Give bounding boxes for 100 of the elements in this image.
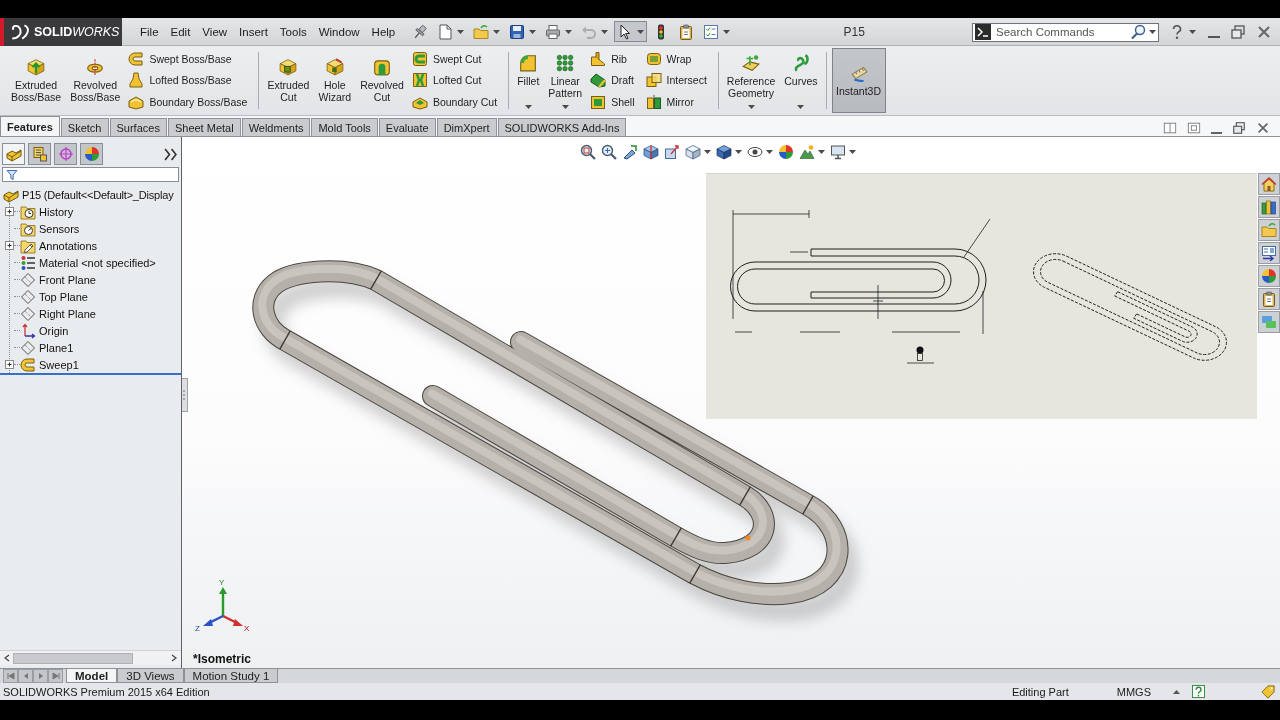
command-tab[interactable]: Surfaces <box>109 118 167 136</box>
tree-item[interactable]: Front Plane <box>20 271 96 288</box>
ribbon-button[interactable]: Instant3D <box>831 48 886 113</box>
tab-scroll-button[interactable] <box>18 669 33 683</box>
tab-scroll-button[interactable] <box>48 669 63 683</box>
bell-shape-icon <box>128 72 145 89</box>
ribbon-button[interactable]: Fillet <box>514 48 543 113</box>
tag-button[interactable] <box>1261 684 1275 699</box>
last-arrow-icon <box>51 672 60 680</box>
task-pane-tab[interactable] <box>1258 242 1280 264</box>
menu-item[interactable]: Tools <box>273 20 313 43</box>
plus-box-icon[interactable] <box>5 207 14 216</box>
task-pane-tab[interactable] <box>1258 196 1280 218</box>
restore-button[interactable] <box>1228 22 1248 41</box>
model-tab[interactable]: 3D Views <box>117 669 184 683</box>
toolbar-button[interactable] <box>614 21 648 42</box>
menu-item[interactable]: File <box>134 20 165 43</box>
ribbon-button[interactable]: Rib <box>588 48 637 70</box>
panel-tab[interactable] <box>54 143 77 165</box>
z-axis-arrow <box>203 614 224 626</box>
command-tab[interactable]: Mold Tools <box>311 118 378 136</box>
ribbon-button[interactable]: Lofted Cut <box>409 70 500 91</box>
view-toolbar-button[interactable] <box>580 143 596 161</box>
tree-item[interactable]: Material <not specified> <box>20 254 156 271</box>
ribbon-button[interactable]: Intersect <box>643 70 709 91</box>
model-tab[interactable]: Model <box>66 669 118 683</box>
ribbon-button[interactable]: Mirror <box>643 91 709 113</box>
tab-scroll-button[interactable] <box>3 669 18 683</box>
menu-item[interactable]: View <box>196 20 234 43</box>
caret-icon <box>524 105 532 109</box>
restore-button[interactable] <box>1230 119 1248 137</box>
units-menu-button[interactable] <box>1173 689 1180 694</box>
ribbon-button[interactable]: Swept Cut <box>409 48 500 70</box>
command-tab[interactable]: Weldments <box>241 118 311 136</box>
view-toolbar-button[interactable] <box>830 143 856 161</box>
ribbon-button[interactable]: Draft <box>588 70 637 91</box>
tree-item[interactable]: History <box>20 203 74 220</box>
view-toolbar-button[interactable] <box>664 143 680 161</box>
menu-item[interactable]: Window <box>312 20 366 43</box>
plus-box-icon[interactable] <box>5 360 14 369</box>
command-tab[interactable]: Sketch <box>60 118 109 136</box>
ribbon-button[interactable]: Extruded Boss/Base <box>8 48 65 113</box>
expand-panel-button[interactable] <box>164 147 177 161</box>
tree-item[interactable]: Right Plane <box>20 305 96 322</box>
model-tab[interactable]: Motion Study 1 <box>183 669 279 683</box>
view-toolbar-button[interactable] <box>622 143 638 161</box>
task-pane-tab[interactable] <box>1258 288 1280 310</box>
panel-tab[interactable] <box>28 143 51 165</box>
tab-scroll-button[interactable] <box>33 669 48 683</box>
ribbon-button[interactable]: Reference Geometry <box>723 48 779 113</box>
ribbon-button[interactable]: Swept Boss/Base <box>126 48 250 70</box>
menu-item[interactable]: Help <box>365 20 402 43</box>
tree-item[interactable]: Plane1 <box>20 339 74 356</box>
view-toolbar-button[interactable] <box>716 143 742 161</box>
ribbon-button[interactable]: Boundary Cut <box>409 91 500 113</box>
tree-item[interactable]: Top Plane <box>20 288 88 305</box>
ribbon-button[interactable]: Curves <box>781 48 821 113</box>
command-tab[interactable]: SOLIDWORKS Add-Ins <box>497 118 627 136</box>
search-field[interactable]: Search Commands <box>972 22 1159 42</box>
tree-item[interactable]: Origin <box>20 322 69 339</box>
filter-field[interactable] <box>2 167 179 182</box>
units-label[interactable]: MMGS <box>1116 685 1151 698</box>
command-tab[interactable]: Features <box>0 116 60 136</box>
view-toolbar-button[interactable] <box>799 143 825 161</box>
panel-collapse-handle[interactable] <box>182 378 188 412</box>
horizontal-scrollbar[interactable] <box>0 650 181 665</box>
bracket-block-icon <box>590 50 607 67</box>
menu-item[interactable]: Edit <box>164 20 197 43</box>
minimize-icon <box>1208 35 1220 38</box>
command-tab[interactable]: DimXpert <box>436 118 497 136</box>
scrollbar-thumb[interactable] <box>13 652 133 664</box>
ribbon-button[interactable]: Shell <box>588 91 637 113</box>
panel-tab[interactable] <box>80 143 103 165</box>
tree-item[interactable]: Annotations <box>20 237 98 254</box>
ribbon-button[interactable]: Lofted Boss/Base <box>126 70 250 91</box>
help-status-button[interactable] <box>1192 685 1205 698</box>
ribbon-button[interactable]: Revolved Cut <box>357 48 407 113</box>
folder-pencil-icon <box>20 237 36 254</box>
folder-icon <box>473 23 490 40</box>
ribbon-button[interactable]: Boundary Boss/Base <box>126 91 250 113</box>
ribbon-button[interactable]: Wrap <box>643 48 709 70</box>
tree-item[interactable]: Sweep1 <box>20 356 79 373</box>
ribbon-button[interactable]: Linear Pattern <box>545 48 586 113</box>
command-tab[interactable]: Evaluate <box>378 118 436 136</box>
view-toolbar-button[interactable] <box>643 143 659 161</box>
plus-box-icon[interactable] <box>5 241 14 250</box>
command-tab[interactable]: Sheet Metal <box>167 118 241 136</box>
task-pane-tab[interactable] <box>1258 265 1280 287</box>
panel-tab[interactable] <box>2 143 25 165</box>
search-icon <box>1130 23 1146 40</box>
view-toolbar-button[interactable] <box>685 143 711 161</box>
tree-item[interactable]: Sensors <box>20 220 80 237</box>
tree-item[interactable]: P15 (Default<<Default>_Display <box>3 186 181 203</box>
ribbon-button[interactable]: Hole Wizard <box>315 48 355 113</box>
menu-item[interactable]: Insert <box>233 20 274 43</box>
clipboard-icon <box>1261 291 1277 307</box>
ribbon-button[interactable]: Revolved Boss/Base <box>67 48 124 113</box>
view-toolbar-button[interactable] <box>778 143 794 161</box>
view-toolbar-button[interactable] <box>601 143 617 161</box>
ribbon-button[interactable]: Extruded Cut <box>264 48 313 113</box>
